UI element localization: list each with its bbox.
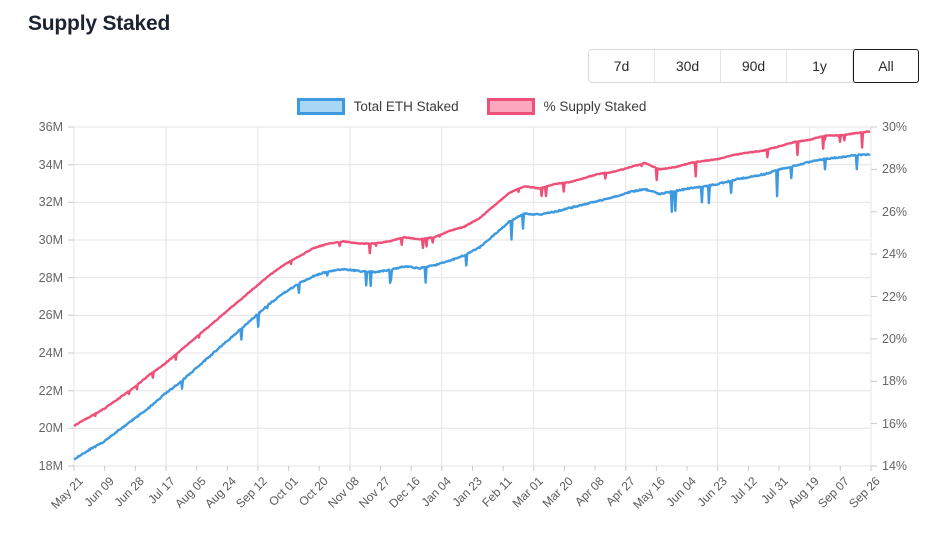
y-axis-left-tick: 20M [38,421,63,436]
y-axis-right-tick: 14% [882,459,908,473]
y-axis-left-tick: 32M [38,195,63,210]
y-axis-right-tick: 16% [882,416,908,431]
y-axis-right-tick: 20% [882,331,908,346]
y-axis-right-tick: 24% [882,247,908,262]
y-axis-left-tick: 36M [38,120,63,134]
chart-plot-svg [68,126,877,471]
range-button-all[interactable]: All [853,49,919,83]
y-axis-right-tick: 22% [882,289,908,304]
y-axis-right-tick: 28% [882,162,908,177]
y-axis-left-tick: 30M [38,233,63,247]
supply-staked-chart[interactable]: 18M 20M 22M 24M 26M 28M 30M 32M 34M 36M 14% 16% 18%… [0,0,943,547]
y-axis-left-tick: 34M [38,157,63,172]
y-axis-left-tick: 28M [38,270,63,285]
y-axis-right-tick: 18% [882,374,908,389]
y-axis-left-tick: 24M [38,346,63,360]
y-axis-right-tick: 30% [882,120,908,134]
y-axis-left-tick: 18M [38,459,63,473]
y-axis-left-tick: 22M [38,383,63,398]
y-axis-right-tick: 26% [882,204,908,219]
y-axis-left-tick: 26M [38,308,63,323]
